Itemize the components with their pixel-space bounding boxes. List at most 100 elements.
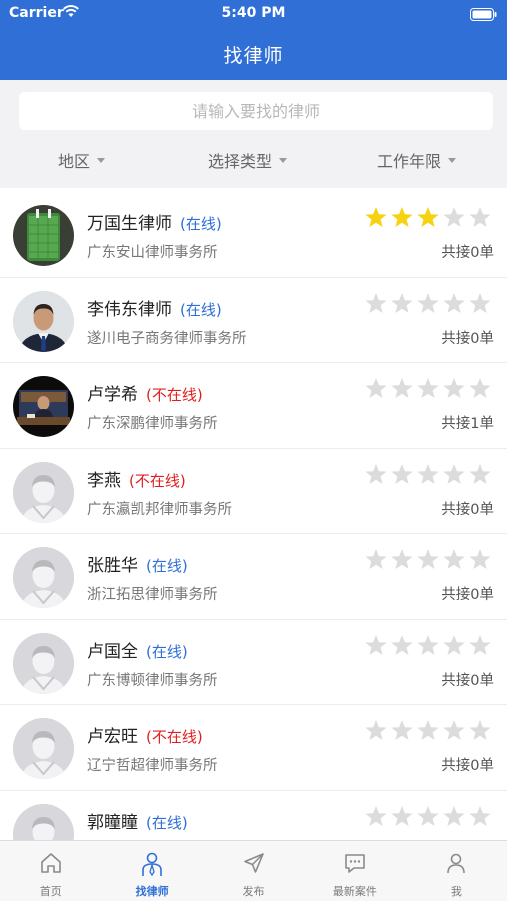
lawyer-name: 卢学希	[87, 385, 138, 405]
order-count: 共接0单	[441, 330, 494, 347]
star-filled-icon	[364, 206, 390, 230]
star-empty-icon	[442, 206, 468, 230]
lawyer-icon	[140, 851, 164, 881]
tab-lawyer[interactable]: 找律师	[101, 841, 202, 901]
order-count: 共接0单	[441, 245, 494, 261]
home-icon	[39, 851, 63, 879]
star-empty-icon	[416, 805, 442, 829]
law-firm: 遂川电子商务律师事务所	[87, 330, 247, 347]
avatar	[13, 290, 74, 352]
order-count: 共接1单	[441, 416, 494, 432]
tab-label: 最新案件	[332, 885, 377, 898]
star-empty-icon	[364, 634, 390, 658]
law-firm: 辽宁哲超律师事务所	[87, 758, 218, 774]
tab-home[interactable]: 首页	[0, 841, 101, 901]
lawyer-name: 郭瞳瞳	[87, 812, 138, 833]
online-status: (不在线)	[146, 386, 203, 404]
star-empty-icon	[416, 634, 442, 658]
avatar	[13, 461, 74, 523]
region-filter-label: 地区	[58, 152, 91, 171]
star-empty-icon	[468, 206, 494, 230]
avatar	[13, 632, 74, 694]
lawyer-list-item[interactable]: 郭瞳瞳 (在线)	[0, 790, 507, 840]
online-status: (不在线)	[146, 728, 203, 746]
tab-label: 发布	[242, 885, 265, 898]
tab-send[interactable]: 发布	[203, 841, 304, 901]
star-empty-icon	[468, 463, 494, 487]
online-status: (不在线)	[129, 471, 186, 490]
status-bar: Carrier 5:40 PM	[0, 0, 507, 28]
star-empty-icon	[468, 634, 494, 658]
nav-header: Carrier 5:40 PM 找律师	[0, 0, 507, 80]
tab-message[interactable]: 最新案件	[304, 841, 405, 901]
law-firm: 广东瀛凯邦律师事务所	[87, 501, 232, 518]
lawyer-list-item[interactable]: 万国生律师 (在线) 广东安山律师事务所 共接0单	[0, 192, 507, 278]
star-empty-icon	[390, 634, 416, 658]
online-status: (在线)	[146, 642, 188, 661]
star-empty-icon	[468, 377, 494, 401]
years-filter[interactable]: 工作年限	[377, 148, 457, 172]
online-status: (在线)	[146, 557, 188, 575]
search-input[interactable]	[19, 92, 493, 130]
chevron-down-icon	[97, 157, 106, 163]
send-icon	[242, 851, 266, 879]
lawyer-list-item[interactable]: 卢国全 (在线) 广东博顿律师事务所 共接0单	[0, 619, 507, 705]
star-empty-icon	[364, 548, 390, 572]
lawyer-list-item[interactable]: 卢学希 (不在线) 广东深鹏律师事务所 共接1单	[0, 363, 507, 449]
star-empty-icon	[468, 548, 494, 572]
tab-label: 我	[450, 885, 462, 898]
lawyer-list-item[interactable]: 卢宏旺 (不在线) 辽宁哲超律师事务所 共接0单	[0, 705, 507, 791]
rating-stars	[364, 377, 494, 401]
message-icon	[343, 851, 367, 879]
lawyer-list-item[interactable]: 李燕 (不在线) 广东瀛凯邦律师事务所 共接0单	[0, 448, 507, 534]
star-empty-icon	[364, 719, 390, 743]
avatar	[13, 718, 74, 779]
type-filter[interactable]: 选择类型	[208, 148, 288, 172]
chevron-down-icon	[448, 157, 457, 163]
star-empty-icon	[416, 292, 442, 316]
order-count: 共接0单	[441, 587, 494, 603]
rating-stars	[364, 548, 494, 572]
star-empty-icon	[442, 463, 468, 487]
star-empty-icon	[390, 548, 416, 572]
battery-icon	[470, 6, 497, 25]
star-empty-icon	[416, 719, 442, 743]
tab-label: 找律师	[135, 885, 169, 898]
avatar	[13, 205, 74, 266]
star-empty-icon	[390, 463, 416, 487]
star-empty-icon	[390, 805, 416, 829]
star-filled-icon	[416, 206, 442, 230]
online-status: (在线)	[180, 300, 222, 319]
lawyer-name: 李燕	[87, 470, 121, 491]
order-count: 共接0单	[441, 758, 494, 774]
lawyer-name: 张胜华	[87, 556, 138, 576]
filter-area: 地区 选择类型 工作年限	[0, 80, 507, 188]
star-empty-icon	[364, 805, 390, 829]
star-filled-icon	[390, 206, 416, 230]
avatar	[13, 376, 74, 437]
type-filter-label: 选择类型	[208, 152, 273, 171]
years-filter-label: 工作年限	[377, 152, 442, 171]
star-empty-icon	[416, 463, 442, 487]
star-empty-icon	[442, 548, 468, 572]
profile-icon	[444, 851, 468, 879]
order-count: 共接0单	[441, 501, 494, 518]
region-filter[interactable]: 地区	[58, 148, 106, 172]
star-empty-icon	[468, 292, 494, 316]
online-status: (在线)	[180, 215, 222, 233]
star-empty-icon	[442, 805, 468, 829]
lawyer-list-item[interactable]: 张胜华 (在线) 浙江拓思律师事务所 共接0单	[0, 534, 507, 620]
lawyer-list-item[interactable]: 李伟东律师 (在线) 遂川电子商务律师事务所 共接0单	[0, 277, 507, 363]
lawyer-name: 李伟东律师	[87, 299, 172, 320]
lawyer-name: 万国生律师	[87, 214, 172, 234]
star-empty-icon	[390, 377, 416, 401]
avatar	[13, 547, 74, 608]
tab-profile[interactable]: 我	[406, 841, 507, 901]
lawyer-list[interactable]: 万国生律师 (在线) 广东安山律师事务所 共接0单 李伟东律师 (在线) 遂川电子商务律师事…	[0, 192, 507, 840]
rating-stars	[364, 805, 494, 829]
star-empty-icon	[442, 377, 468, 401]
star-empty-icon	[442, 634, 468, 658]
rating-stars	[364, 719, 494, 743]
online-status: (在线)	[146, 813, 188, 832]
avatar	[13, 803, 74, 840]
